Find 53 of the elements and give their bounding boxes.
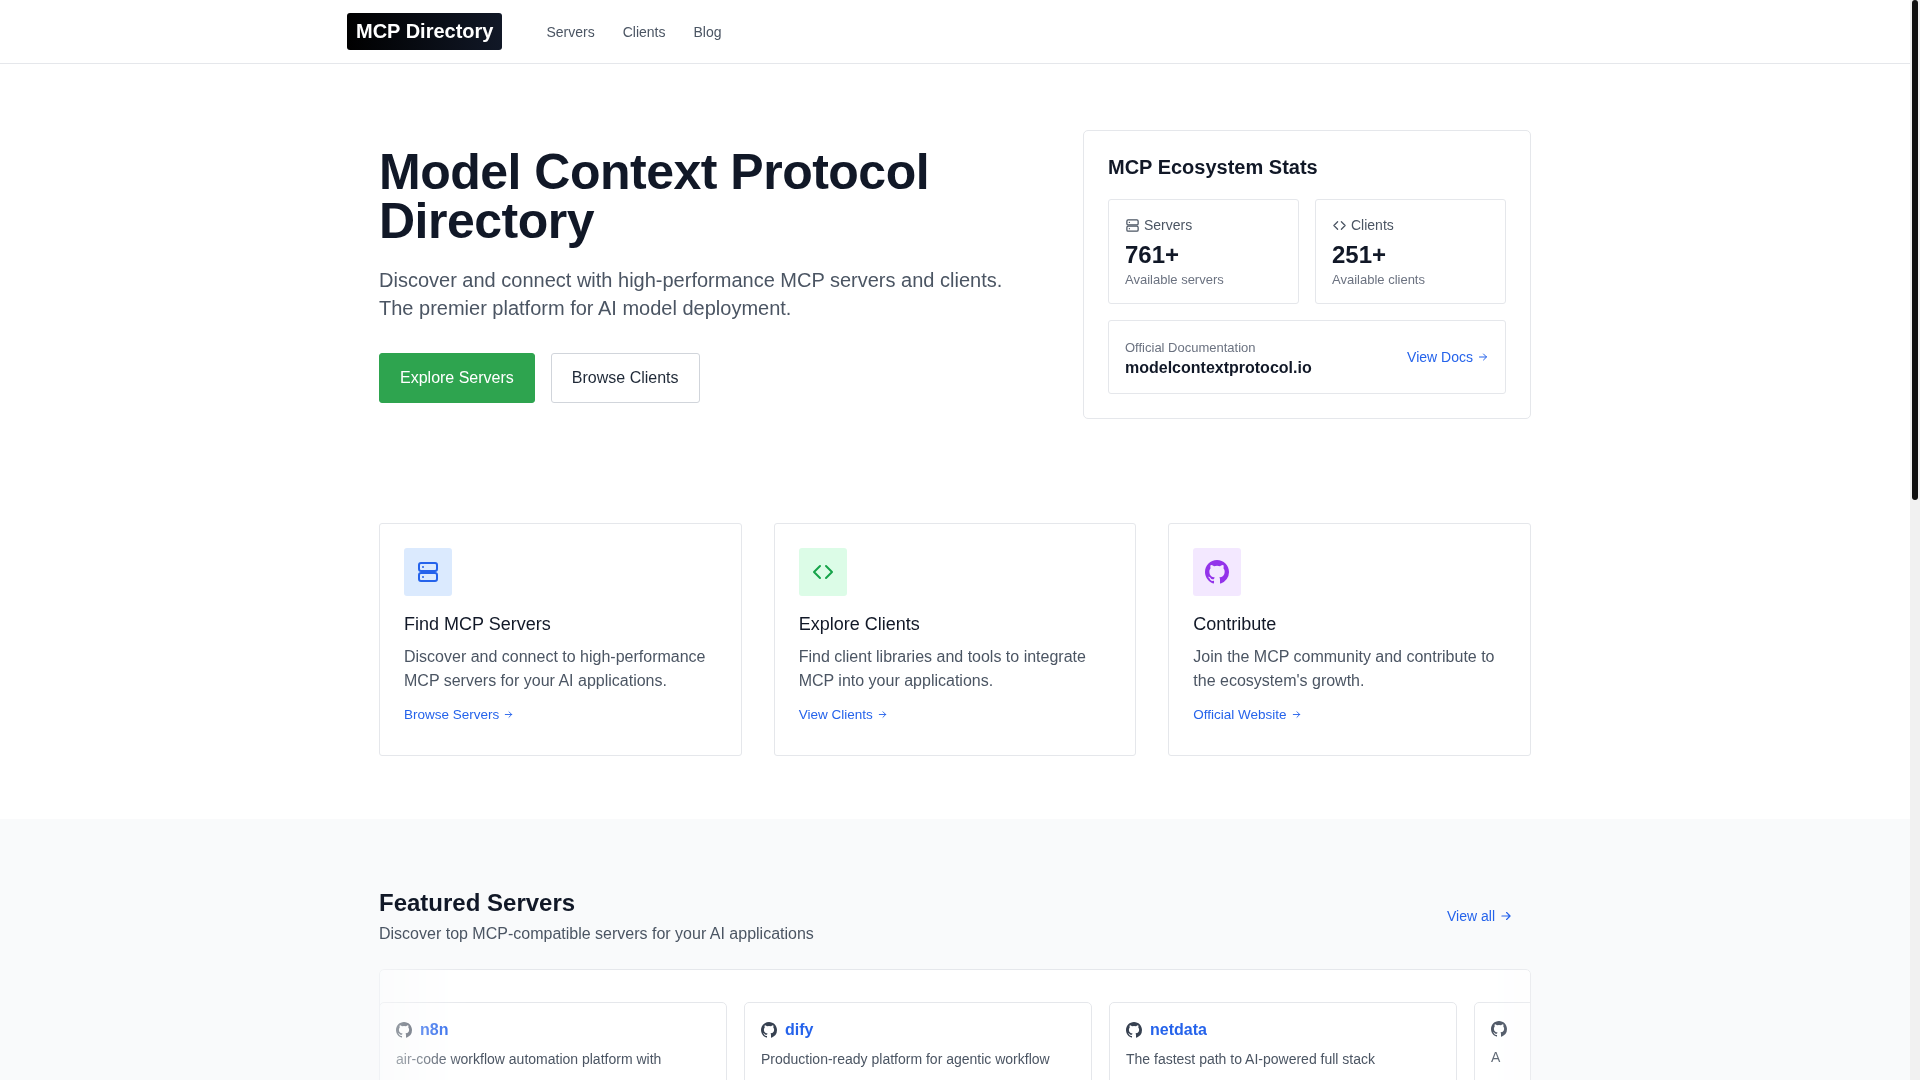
github-icon (1126, 1022, 1142, 1038)
arrow-right-icon (1499, 909, 1513, 923)
feature-link[interactable]: View Clients (798, 707, 888, 722)
stat-value: 761+ (1125, 241, 1181, 269)
browse-clients-button[interactable]: Browse Clients (550, 353, 700, 403)
nav-link[interactable]: Blog (693, 23, 722, 40)
stat-caption: Available servers (1125, 272, 1225, 287)
section-subtitle: Discover top MCP-compatible servers for your AI applications (379, 925, 814, 943)
nav-link[interactable]: Servers (546, 23, 595, 40)
docs-site: modelcontextprotocol.io (1125, 359, 1312, 377)
stat-label: Servers (1144, 217, 1193, 233)
arrow-right-icon (1477, 351, 1489, 363)
view-docs-link[interactable]: View Docs (1407, 349, 1489, 365)
server-card[interactable]: A (1474, 1002, 1530, 1080)
logo-link[interactable]: MCP Directory (347, 13, 503, 50)
server-card[interactable]: netdata The fastest path to AI-powered full stack (1109, 1002, 1457, 1080)
feature-link[interactable]: Official Website (1193, 707, 1302, 722)
github-icon (1491, 1021, 1507, 1037)
server-description: Production-ready platform for agentic workflow (761, 1051, 1051, 1067)
server-name: n8n (420, 1021, 449, 1039)
scrollbar[interactable] (1910, 0, 1920, 1080)
feature-text: Join the MCP community and contribute to the ecosystem's growth. (1193, 647, 1496, 691)
scrollbar-thumb[interactable] (1912, 0, 1918, 500)
arrow-right-icon (503, 709, 515, 720)
feature-text: Discover and connect to high-performance MCP servers for your AI applications. (404, 647, 707, 691)
feature-title: Contribute (1193, 614, 1278, 635)
server-description: A (1491, 1049, 1502, 1065)
feature-text: Find client libraries and tools to integrate MCP into your applications. (798, 647, 1087, 691)
server-name: dify (785, 1021, 814, 1039)
server-icon (1125, 217, 1140, 233)
hero-subtitle: Discover and connect with high-performance MCP servers and clients. The premier platform for AI model deployment. (379, 268, 1004, 321)
arrow-right-icon (1290, 709, 1302, 720)
server-name: netdata (1150, 1021, 1207, 1039)
stats-title: MCP Ecosystem Stats (1108, 156, 1319, 179)
github-icon (396, 1022, 412, 1038)
server-card[interactable]: dify Production-ready platform for agentic workflow (744, 1002, 1092, 1080)
github-icon (1205, 560, 1230, 584)
feature-title: Explore Clients (798, 614, 921, 635)
hero-title: Model Context Protocol Directory (379, 148, 931, 246)
nav-link[interactable]: Clients (622, 23, 666, 40)
server-description: The fastest path to AI-powered full stack (1126, 1051, 1377, 1067)
server-description: air-code workflow automation platform with (396, 1051, 663, 1067)
server-icon (416, 560, 440, 584)
stat-label: Clients (1351, 217, 1394, 233)
github-icon (761, 1022, 777, 1038)
stat-caption: Available clients (1332, 272, 1426, 287)
stat-value: 251+ (1332, 241, 1388, 269)
docs-label: Official Documentation (1125, 340, 1257, 355)
feature-title: Find MCP Servers (404, 614, 552, 635)
view-all-link[interactable]: View all (1447, 908, 1513, 924)
feature-link[interactable]: Browse Servers (404, 707, 515, 722)
arrow-right-icon (876, 709, 888, 720)
section-title: Featured Servers (379, 889, 577, 917)
